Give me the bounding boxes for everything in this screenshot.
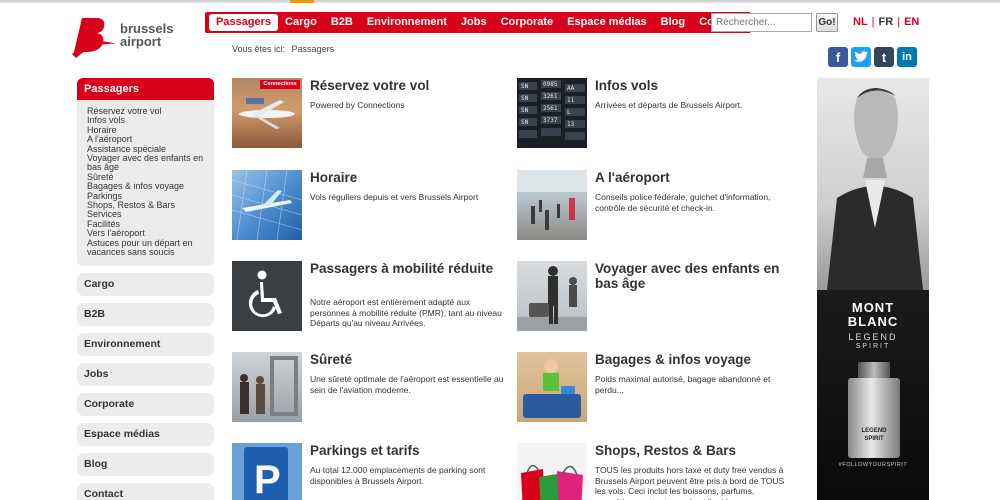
card-title[interactable]: Bagages & infos voyage xyxy=(595,352,800,367)
logo-b-icon xyxy=(72,18,116,58)
sidebar-active-title[interactable]: Passagers xyxy=(77,78,214,100)
card-title[interactable]: Passagers à mobilité réduite xyxy=(310,261,515,276)
shopping-bags-photo[interactable] xyxy=(517,443,587,500)
svg-text:3261: 3261 xyxy=(543,93,558,100)
sidebar-item-jobs[interactable]: Jobs xyxy=(77,362,214,386)
perfume-bottle xyxy=(848,378,900,458)
plane-photo[interactable]: Connections xyxy=(232,78,302,148)
lang-fr[interactable]: FR xyxy=(879,16,894,28)
child-on-suitcase-photo[interactable] xyxy=(517,352,587,422)
logo-text-line2: airport xyxy=(120,34,162,49)
language-switcher: NL | FR | EN xyxy=(853,16,919,28)
twitter-icon[interactable] xyxy=(851,47,871,67)
card-desc: TOUS les produits hors taxe et duty free… xyxy=(595,465,785,500)
card-desc: Notre aéroport est entièrement adapté au… xyxy=(310,297,502,328)
social-links: f t in xyxy=(828,47,917,67)
svg-text:SN: SN xyxy=(521,95,529,102)
ad-product-line2: SPIRIT xyxy=(855,343,891,350)
svg-text:3737: 3737 xyxy=(543,117,558,124)
sidebar-item-blog[interactable]: Blog xyxy=(77,452,214,476)
lang-separator: | xyxy=(871,16,875,28)
tumblr-icon[interactable]: t xyxy=(874,47,894,67)
svg-text:SN: SN xyxy=(521,119,529,126)
brussels-airport-logo[interactable]: brussels airport xyxy=(72,14,182,58)
card-title[interactable]: Horaire xyxy=(310,170,515,185)
sidebar-subitem[interactable]: Astuces pour un départ en vacances sans … xyxy=(87,238,210,258)
breadcrumb-current[interactable]: Passagers xyxy=(292,44,335,54)
parking-icon[interactable]: P xyxy=(232,443,302,500)
search-button[interactable]: Go! xyxy=(816,13,838,32)
linkedin-icon[interactable]: in xyxy=(897,47,917,67)
wheelchair-icon[interactable] xyxy=(232,261,302,331)
card-title[interactable]: Voyager avec des enfants en bas âge xyxy=(595,261,800,291)
svg-text:11: 11 xyxy=(567,97,575,104)
svg-text:P: P xyxy=(254,458,281,500)
card-title[interactable]: Shops, Restos & Bars xyxy=(595,443,800,458)
breadcrumb-prefix: Vous êtes ici: xyxy=(232,44,286,54)
svg-text:SN: SN xyxy=(521,107,529,114)
sidebar-sub-list: Réservez votre vol Infos vols Horaire A … xyxy=(77,100,214,258)
ad-model-photo xyxy=(817,78,929,290)
nav-corporate[interactable]: Corporate xyxy=(494,14,561,31)
card-desc: Poids maximal autorisé, bagage abandonné… xyxy=(595,374,771,395)
card-title[interactable]: Réservez votre vol xyxy=(310,78,515,93)
departure-board-photo[interactable]: SN 0985 AA SN 3261 11 SN 2561 L SN 3737 13 xyxy=(517,78,587,148)
svg-text:AA: AA xyxy=(567,85,575,92)
card-desc: Powered by Connections xyxy=(310,100,405,110)
ad-brand-line2: BLANC xyxy=(847,314,899,329)
svg-text:2561: 2561 xyxy=(543,105,558,112)
sidebar-item-corporate[interactable]: Corporate xyxy=(77,392,214,416)
terminal-photo[interactable] xyxy=(517,170,587,240)
bottle-label-line1: LEGEND xyxy=(861,428,887,434)
security-check-photo[interactable] xyxy=(232,352,302,422)
card-desc: Arrivées et départs de Brussels Airport. xyxy=(595,100,743,110)
card-desc: Une sûreté optimale de l'aéroport est es… xyxy=(310,374,504,395)
sidebar-item-b2b[interactable]: B2B xyxy=(77,302,214,326)
family-photo[interactable] xyxy=(517,261,587,331)
browser-top-strip xyxy=(0,0,1000,3)
bottle-label-line2: SPIRIT xyxy=(864,436,884,442)
card-desc: Vols réguliers depuis et vers Brussels A… xyxy=(310,192,479,202)
card-title[interactable]: Infos vols xyxy=(595,78,800,93)
blue-plane-photo[interactable] xyxy=(232,170,302,240)
nav-blog[interactable]: Blog xyxy=(654,14,692,31)
nav-jobs[interactable]: Jobs xyxy=(454,14,494,31)
card-title[interactable]: Parkings et tarifs xyxy=(310,443,515,458)
main-navigation: Passagers Cargo B2B Environnement Jobs C… xyxy=(205,12,752,33)
lang-en[interactable]: EN xyxy=(904,16,919,28)
sidebar-item-contact[interactable]: Contact xyxy=(77,482,214,500)
sidebar-active-section: Passagers Réservez votre vol Infos vols … xyxy=(77,78,214,266)
nav-passagers[interactable]: Passagers xyxy=(209,14,279,31)
svg-text:13: 13 xyxy=(567,121,575,128)
sidebar: Passagers Réservez votre vol Infos vols … xyxy=(77,78,214,500)
sidebar-item-environnement[interactable]: Environnement xyxy=(77,332,214,356)
nav-cargo[interactable]: Cargo xyxy=(278,14,324,31)
nav-environnement[interactable]: Environnement xyxy=(360,14,454,31)
card-title[interactable]: Sûreté xyxy=(310,352,515,367)
montblanc-advertisement[interactable]: MONT BLANC LEGEND SPIRIT LEGEND SPIRIT #… xyxy=(817,78,929,500)
card-desc: Conseils police fédérale, guichet d'info… xyxy=(595,192,771,213)
ad-brand-line1: MONT xyxy=(851,300,895,315)
lang-separator: | xyxy=(897,16,901,28)
svg-text:0985: 0985 xyxy=(543,81,558,88)
svg-text:L: L xyxy=(567,109,571,116)
card-title[interactable]: A l'aéroport xyxy=(595,170,800,185)
facebook-icon[interactable]: f xyxy=(828,47,848,67)
browser-tab-indicator xyxy=(290,0,314,3)
ad-hashtag: #FOLLOWYOURSPIRIT xyxy=(838,462,908,468)
card-desc: Au total 12.000 emplacements de parking … xyxy=(310,465,486,486)
sidebar-item-cargo[interactable]: Cargo xyxy=(77,272,214,296)
ad-product-line1: LEGEND xyxy=(848,332,898,342)
breadcrumb: Vous êtes ici: Passagers xyxy=(232,44,334,54)
search-input[interactable] xyxy=(711,13,812,32)
nav-b2b[interactable]: B2B xyxy=(324,14,360,31)
nav-espace-medias[interactable]: Espace médias xyxy=(560,14,654,31)
lang-nl[interactable]: NL xyxy=(853,16,868,28)
sidebar-subitem[interactable]: Voyager avec des enfants en bas âge xyxy=(87,153,210,173)
sidebar-item-espace-medias[interactable]: Espace médias xyxy=(77,422,214,446)
svg-text:SN: SN xyxy=(521,83,529,90)
